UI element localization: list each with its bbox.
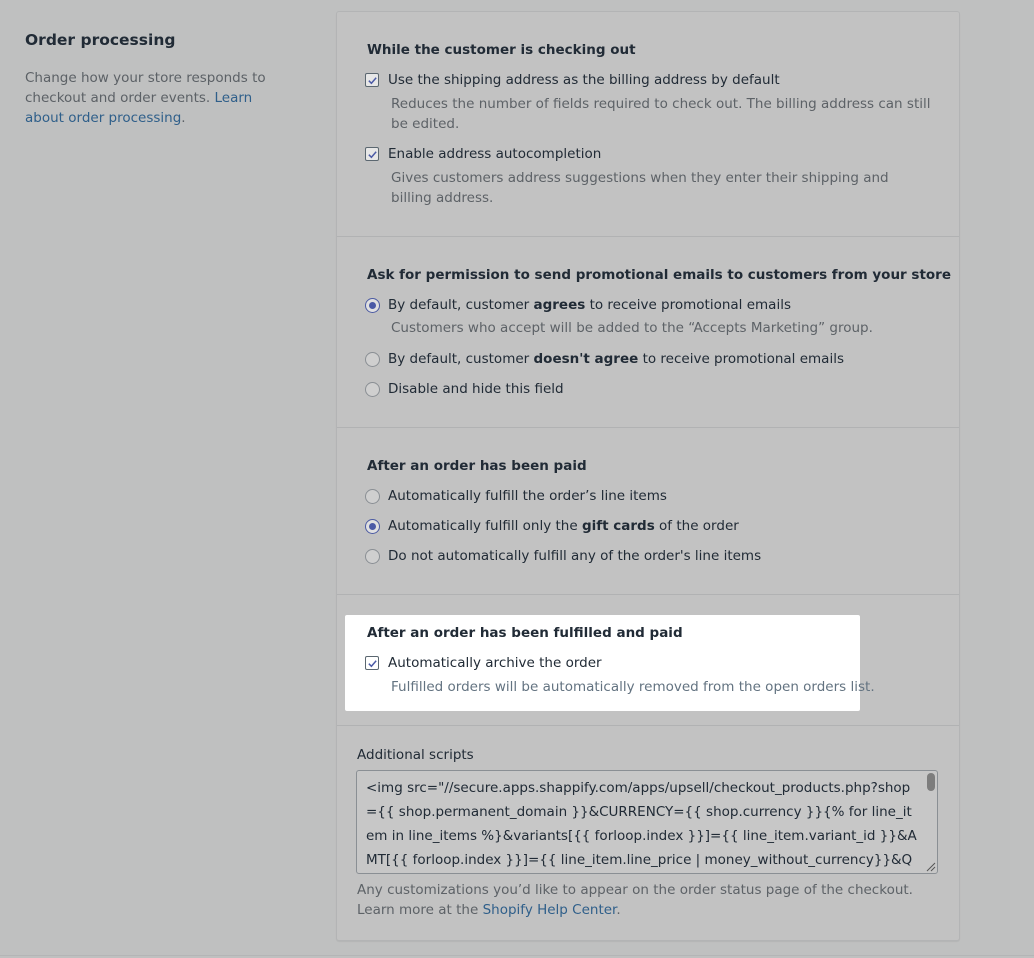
fulfilled-section-title: After an order has been fulfilled and pa… (367, 625, 683, 641)
address-autocomplete-help: Gives customers address suggestions when… (391, 170, 889, 206)
promo-agree-label: By default, customer agrees to receive p… (388, 297, 791, 313)
promo-agree-option[interactable]: By default, customer agrees to receive p… (365, 296, 791, 314)
additional-scripts-textarea[interactable]: <img src="//secure.apps.shappify.com/app… (356, 770, 938, 874)
promo-disable-label: Disable and hide this field (388, 381, 564, 397)
shipping-as-billing-checkbox[interactable] (365, 73, 379, 87)
shipping-as-billing-help: Reduces the number of fields required to… (391, 96, 931, 132)
page-bottom-divider (0, 955, 1034, 956)
promo-disagree-radio[interactable] (365, 351, 380, 367)
fulfill-gift-cards-option[interactable]: Automatically fulfill only the gift card… (365, 517, 739, 535)
section-divider (337, 725, 959, 726)
additional-scripts-value: <img src="//secure.apps.shappify.com/app… (366, 780, 917, 868)
checkmark-icon (367, 150, 377, 158)
archive-order-label: Automatically archive the order (388, 655, 602, 671)
fulfill-none-option[interactable]: Do not automatically fulfill any of the … (365, 547, 761, 565)
fulfill-all-option[interactable]: Automatically fulfill the order’s line i… (365, 487, 667, 505)
fulfill-none-radio[interactable] (365, 548, 380, 564)
promo-section-title: Ask for permission to send promotional e… (367, 267, 951, 283)
promo-agree-help: Customers who accept will be added to th… (391, 320, 873, 336)
fulfill-gift-cards-label: Automatically fulfill only the gift card… (388, 518, 739, 534)
archive-order-option[interactable]: Automatically archive the order (365, 654, 602, 672)
section-divider (337, 236, 959, 237)
shopify-help-center-link[interactable]: Shopify Help Center (483, 902, 617, 918)
additional-scripts-label: Additional scripts (357, 747, 474, 763)
section-description: Order processing Change how your store r… (25, 30, 275, 128)
archive-order-help: Fulfilled orders will be automatically r… (391, 679, 875, 695)
address-autocomplete-option[interactable]: Enable address autocompletion (365, 145, 601, 163)
fulfill-all-label: Automatically fulfill the order’s line i… (388, 488, 667, 504)
checkmark-icon (367, 76, 377, 84)
promo-disable-radio[interactable] (365, 381, 380, 397)
address-autocomplete-checkbox[interactable] (365, 147, 379, 161)
shipping-as-billing-option[interactable]: Use the shipping address as the billing … (365, 71, 780, 89)
additional-scripts-help: Any customizations you’d like to appear … (357, 882, 913, 918)
archive-order-checkbox[interactable] (365, 656, 379, 670)
promo-disable-option[interactable]: Disable and hide this field (365, 380, 564, 398)
fulfill-none-label: Do not automatically fulfill any of the … (388, 548, 762, 564)
promo-disagree-option[interactable]: By default, customer doesn't agree to re… (365, 350, 844, 368)
address-autocomplete-label: Enable address autocompletion (388, 146, 602, 162)
resize-grip-icon[interactable] (923, 859, 937, 873)
textarea-scrollbar[interactable] (927, 773, 935, 791)
checkmark-icon (367, 659, 377, 667)
fulfill-all-radio[interactable] (365, 488, 380, 504)
section-title: Order processing (25, 31, 176, 49)
checkout-section-title: While the customer is checking out (367, 42, 636, 58)
section-help: Change how your store responds to checko… (25, 70, 266, 126)
shipping-as-billing-label: Use the shipping address as the billing … (388, 72, 780, 88)
section-divider (337, 427, 959, 428)
promo-agree-radio[interactable] (365, 297, 380, 313)
fulfill-gift-cards-radio[interactable] (365, 518, 380, 534)
promo-disagree-label: By default, customer doesn't agree to re… (388, 351, 844, 367)
section-divider (337, 594, 959, 595)
paid-section-title: After an order has been paid (367, 458, 587, 474)
order-processing-card: While the customer is checking out Use t… (336, 11, 960, 941)
